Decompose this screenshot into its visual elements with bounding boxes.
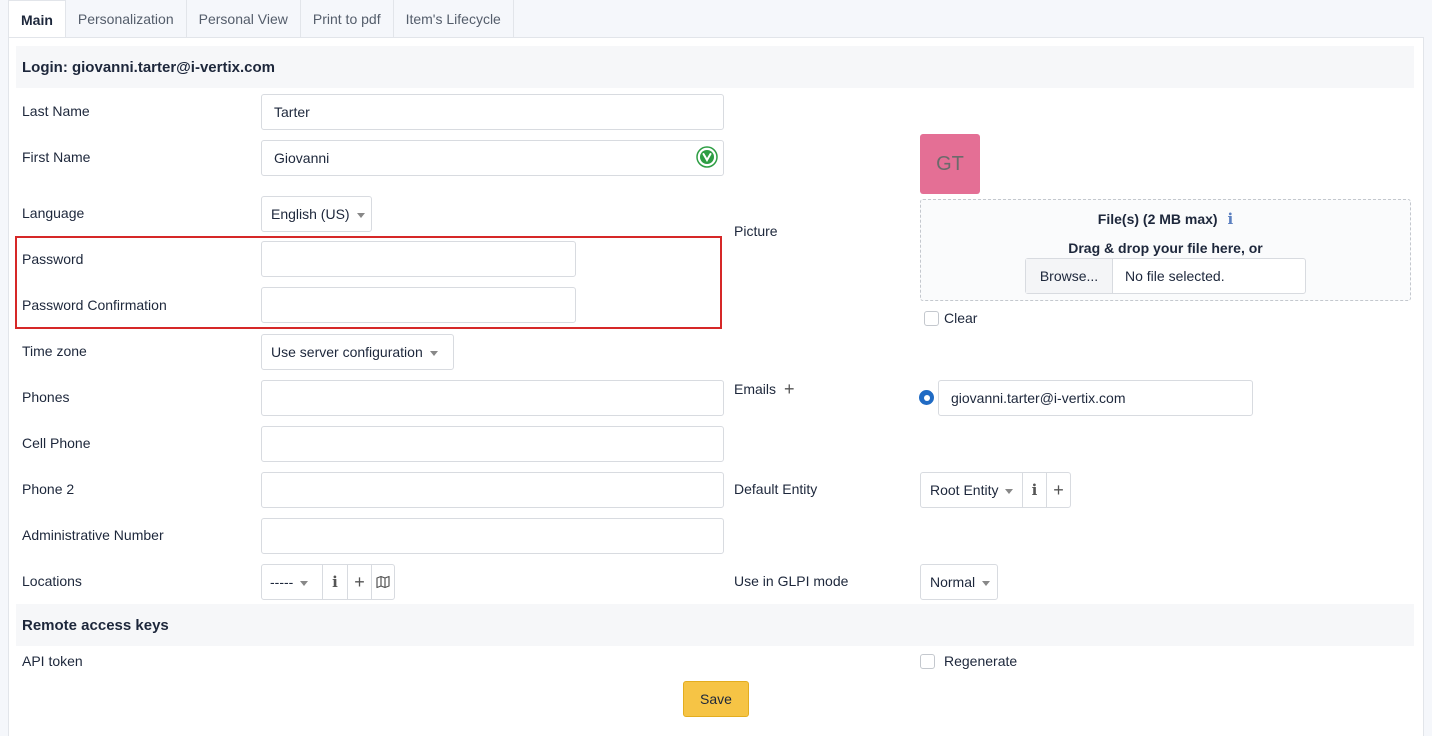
default-entity-control: Root Entity i + xyxy=(920,472,1071,508)
password-label: Password xyxy=(22,251,84,267)
info-icon[interactable]: i xyxy=(323,565,348,599)
avatar-initials: GT xyxy=(936,152,964,175)
administrative-number-label: Administrative Number xyxy=(22,527,164,543)
regenerate-checkbox[interactable] xyxy=(920,654,935,669)
avatar: GT xyxy=(920,134,980,194)
time-zone-label: Time zone xyxy=(22,343,87,359)
tab-print-to-pdf[interactable]: Print to pdf xyxy=(300,0,394,38)
chevron-down-icon xyxy=(300,580,309,586)
language-value: English (US) xyxy=(271,206,350,222)
file-dropzone[interactable]: File(s) (2 MB max) i Drag & drop your fi… xyxy=(920,199,1411,301)
administrative-number-input[interactable] xyxy=(261,518,724,554)
password-input[interactable] xyxy=(261,241,576,277)
chevron-down-icon xyxy=(982,580,991,586)
cell-phone-input[interactable] xyxy=(261,426,724,462)
tab-main[interactable]: Main xyxy=(8,0,66,38)
locations-value: ----- xyxy=(270,574,294,590)
locations-label: Locations xyxy=(22,573,82,589)
plus-icon[interactable]: + xyxy=(1047,473,1070,507)
picture-label: Picture xyxy=(734,223,778,239)
map-icon[interactable] xyxy=(372,565,394,599)
time-zone-value: Use server configuration xyxy=(271,344,423,360)
plus-icon[interactable]: + xyxy=(348,565,372,599)
login-header: Login: giovanni.tarter@i-vertix.com xyxy=(16,46,1414,88)
file-max-label: File(s) (2 MB max) xyxy=(1097,211,1218,227)
chevron-down-icon xyxy=(429,350,438,356)
chevron-down-icon xyxy=(1005,488,1014,494)
info-icon[interactable]: i xyxy=(1023,473,1047,507)
browse-button[interactable]: Browse... xyxy=(1026,259,1113,293)
phone2-input[interactable] xyxy=(261,472,724,508)
email-input[interactable] xyxy=(938,380,1253,416)
tab-bar: Main Personalization Personal View Print… xyxy=(8,0,1424,38)
emails-label: Emails xyxy=(734,381,777,397)
language-select[interactable]: English (US) xyxy=(261,196,372,232)
last-name-label: Last Name xyxy=(22,103,90,119)
glpi-mode-value: Normal xyxy=(930,574,976,590)
default-email-radio[interactable] xyxy=(919,390,934,405)
remote-access-header: Remote access keys xyxy=(16,604,1414,646)
password-confirmation-label: Password Confirmation xyxy=(22,297,167,313)
info-icon[interactable]: i xyxy=(1228,210,1234,228)
clear-picture-label: Clear xyxy=(944,310,978,326)
tab-items-lifecycle[interactable]: Item's Lifecycle xyxy=(393,0,514,38)
glpi-mode-select[interactable]: Normal xyxy=(920,564,998,600)
first-name-input[interactable] xyxy=(261,140,724,176)
no-file-text: No file selected. xyxy=(1125,268,1225,284)
time-zone-select[interactable]: Use server configuration xyxy=(261,334,454,370)
api-token-label: API token xyxy=(22,653,83,669)
chevron-down-icon xyxy=(356,212,365,218)
tab-personalization[interactable]: Personalization xyxy=(65,0,187,38)
default-entity-value: Root Entity xyxy=(930,482,999,498)
tab-personal-view[interactable]: Personal View xyxy=(186,0,301,38)
default-entity-select[interactable]: Root Entity xyxy=(921,473,1023,507)
drag-drop-text: Drag & drop your file here, or xyxy=(1068,240,1263,256)
phones-input[interactable] xyxy=(261,380,724,416)
add-email-icon[interactable]: + xyxy=(784,380,795,398)
cell-phone-label: Cell Phone xyxy=(22,435,91,451)
save-button[interactable]: Save xyxy=(683,681,749,717)
first-name-label: First Name xyxy=(22,149,91,165)
default-entity-label: Default Entity xyxy=(734,481,818,497)
clear-picture-checkbox[interactable] xyxy=(924,311,939,326)
language-label: Language xyxy=(22,205,85,221)
phone2-label: Phone 2 xyxy=(22,481,75,497)
file-max-text: File(s) (2 MB max) i xyxy=(921,210,1410,228)
locations-control: ----- i + xyxy=(261,564,395,600)
file-input[interactable]: Browse... No file selected. xyxy=(1025,258,1306,294)
remote-access-header-text: Remote access keys xyxy=(22,617,169,634)
password-confirmation-input[interactable] xyxy=(261,287,576,323)
locations-select[interactable]: ----- xyxy=(262,565,323,599)
last-name-input[interactable] xyxy=(261,94,724,130)
user-check-icon[interactable] xyxy=(696,146,718,168)
regenerate-label: Regenerate xyxy=(944,653,1018,669)
phones-label: Phones xyxy=(22,389,70,405)
login-header-text: Login: giovanni.tarter@i-vertix.com xyxy=(22,59,275,76)
glpi-mode-label: Use in GLPI mode xyxy=(734,573,849,589)
